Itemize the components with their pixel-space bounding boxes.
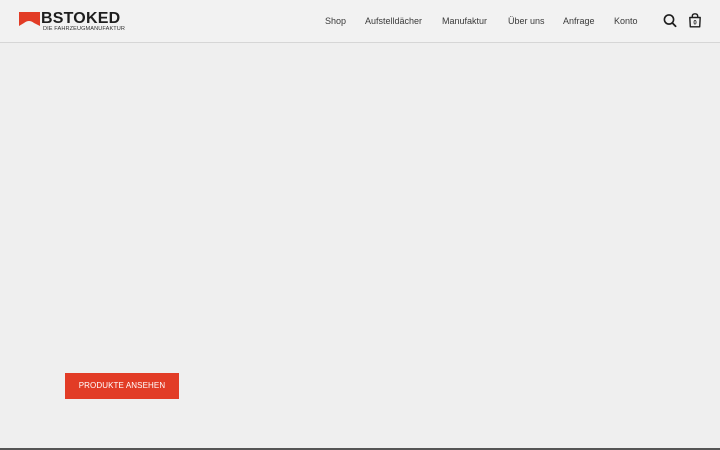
nav-shop[interactable]: Shop (325, 14, 346, 28)
search-icon[interactable] (662, 12, 678, 29)
site-header: BSTOKED DIE FAHRZEUGMANUFAKTUR Shop Aufs… (0, 0, 720, 43)
nav-anfrage[interactable]: Anfrage (563, 14, 595, 28)
brand-logo[interactable]: BSTOKED DIE FAHRZEUGMANUFAKTUR (19, 10, 144, 33)
brand-tagline: DIE FAHRZEUGMANUFAKTUR (43, 26, 126, 32)
cart-count: 0 (693, 21, 697, 27)
view-products-button[interactable]: PRODUKTE ANSEHEN (65, 373, 179, 399)
nav-konto[interactable]: Konto (614, 14, 638, 28)
nav-ueber-uns[interactable]: Über uns (508, 14, 545, 28)
logo-mark-icon (19, 12, 40, 26)
nav-aufstelldaecher[interactable]: Aufstelldächer (365, 14, 422, 28)
shopping-bag-icon[interactable]: 0 (687, 12, 703, 29)
nav-manufaktur[interactable]: Manufaktur (442, 14, 487, 28)
